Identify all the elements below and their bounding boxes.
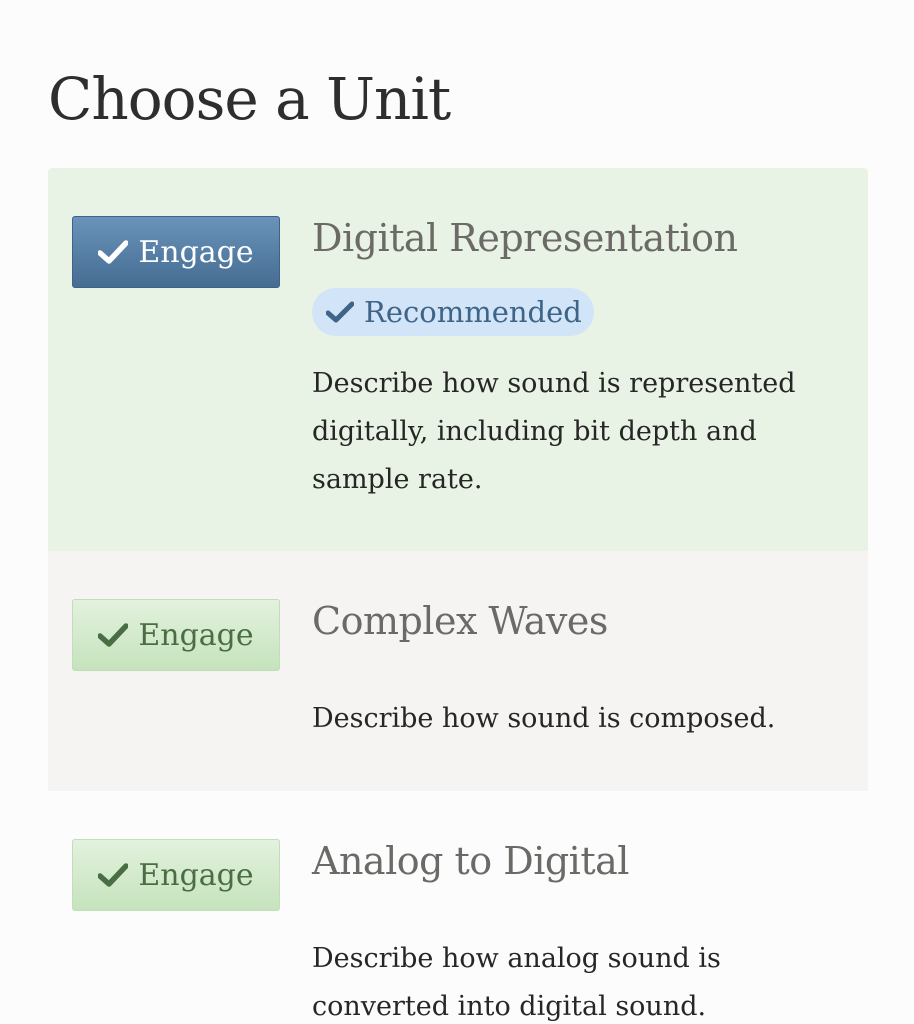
check-icon [326,301,354,323]
unit-title: Digital Representation [312,216,738,260]
page-title: Choose a Unit [48,65,451,133]
engage-button-label: Engage [138,234,254,270]
page: Choose a Unit Engage Digital Representat… [0,0,914,1024]
unit-description: Describe how sound is represented digita… [312,368,796,495]
badge-label: Recommended [364,295,582,329]
engage-button[interactable]: Engage [72,839,280,911]
check-icon [98,240,129,264]
engage-button-label: Engage [138,617,254,653]
check-icon [98,863,129,887]
unit-list: Engage Digital Representation Recommende… [48,168,868,1024]
unit-item-digital-representation: Engage Digital Representation Recommende… [48,168,868,551]
engage-button[interactable]: Engage [72,216,280,288]
unit-item-analog-to-digital: Engage Analog to Digital Describe how an… [48,791,868,1024]
recommended-badge: Recommended [312,288,594,336]
engage-button-label: Engage [138,857,254,893]
check-icon [98,623,129,647]
unit-title: Complex Waves [312,599,608,643]
unit-title: Analog to Digital [312,839,629,883]
engage-button[interactable]: Engage [72,599,280,671]
unit-item-complex-waves: Engage Complex Waves Describe how sound … [48,551,868,791]
unit-description: Describe how sound is composed. [312,703,776,734]
unit-description: Describe how analog sound is converted i… [312,943,721,1022]
